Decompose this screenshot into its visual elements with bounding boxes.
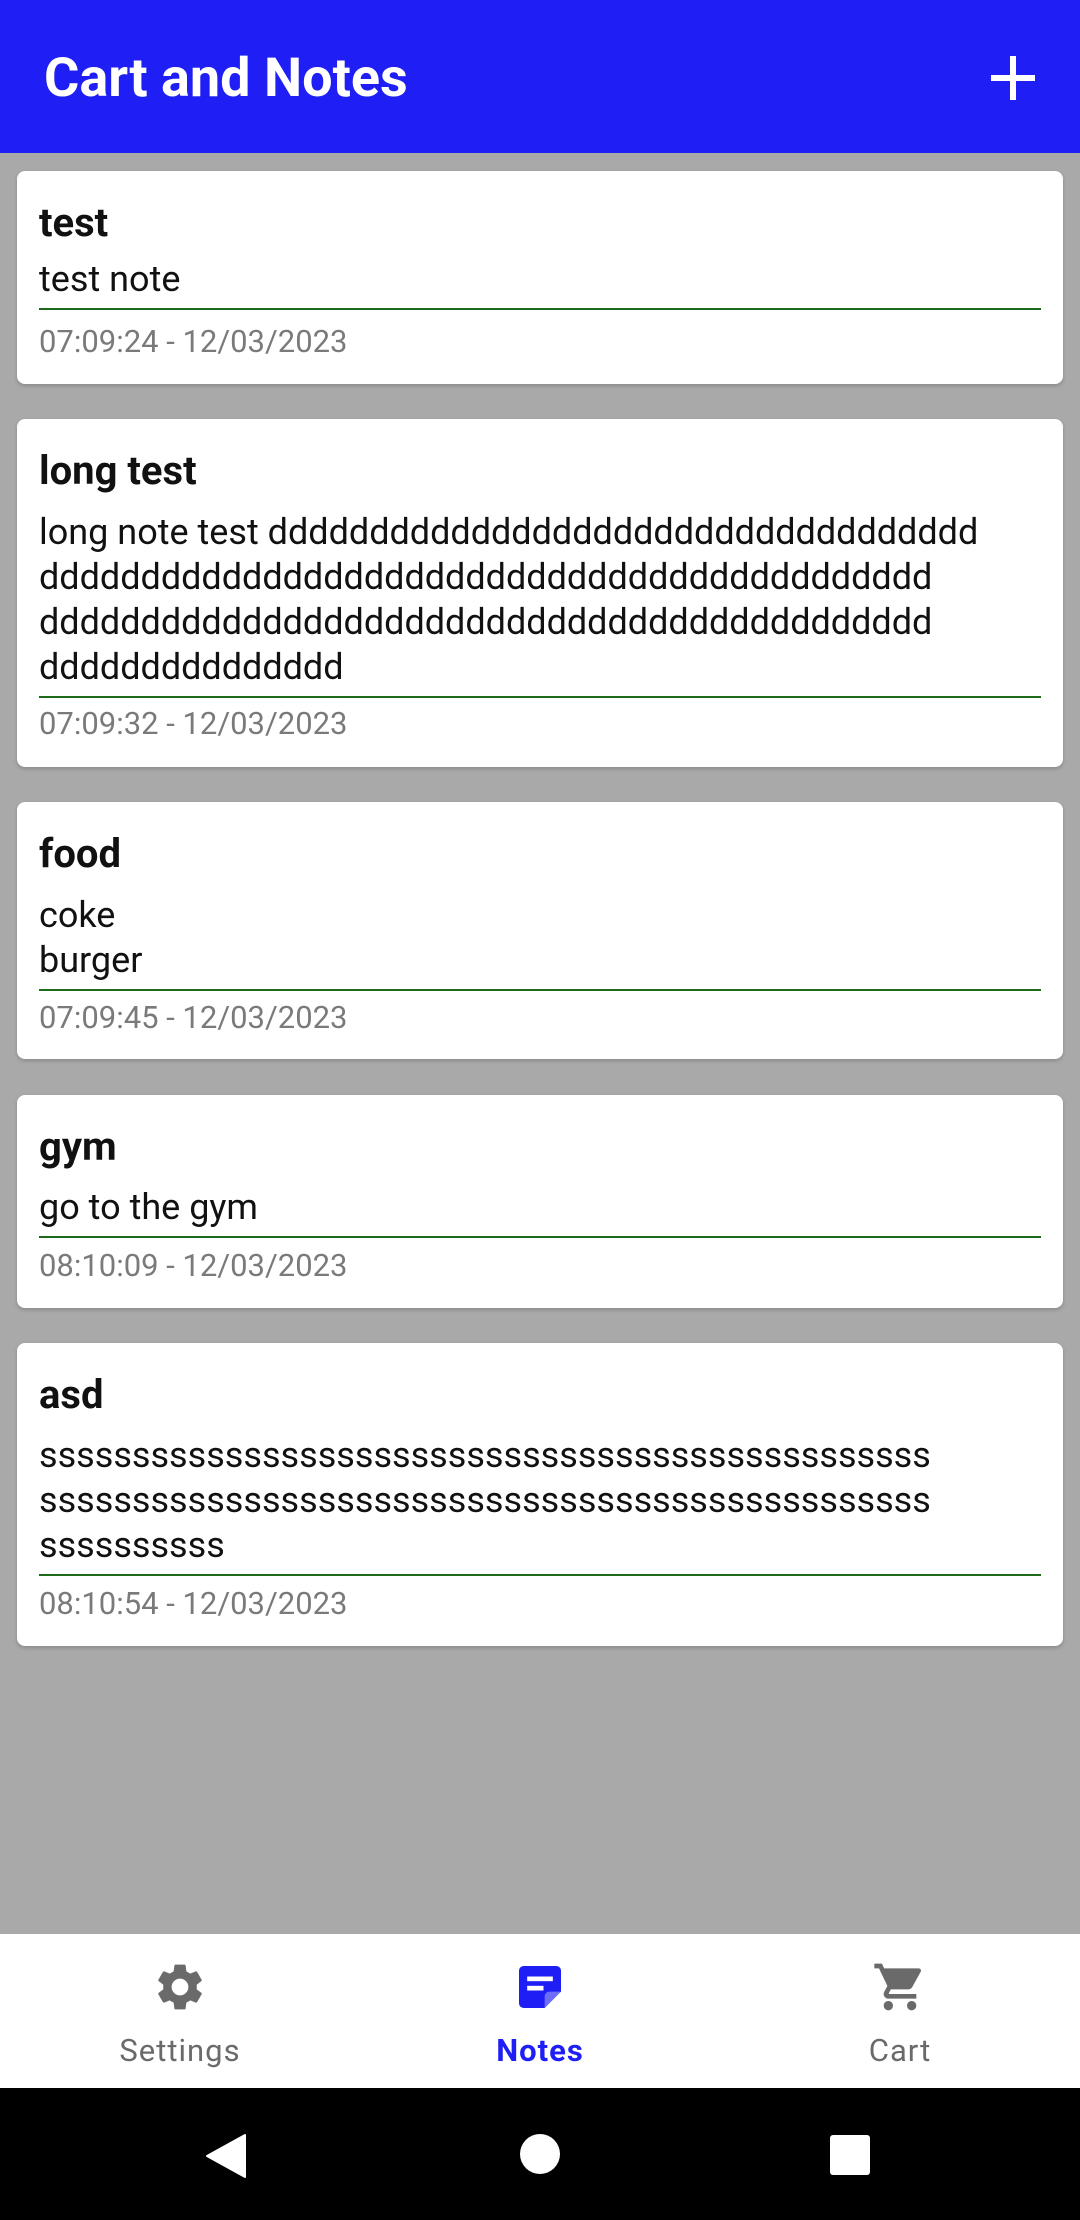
note-card[interactable]: long test long note test ddddddddddddddd… (17, 419, 1063, 767)
note-title: long test (39, 447, 197, 494)
note-card[interactable]: test test note 07:09:24 - 12/03/2023 (17, 171, 1063, 384)
app-bar: Cart and Notes (0, 0, 1080, 153)
note-body[interactable]: coke burger (39, 893, 1041, 991)
note-card[interactable]: food coke burger 07:09:45 - 12/03/2023 (17, 802, 1063, 1059)
cart-icon (874, 1963, 922, 2011)
note-title: test (39, 199, 109, 246)
nav-item-notes[interactable]: Notes (360, 1934, 720, 2088)
note-timestamp: 07:09:45 - 12/03/2023 (39, 999, 348, 1036)
system-navigation-bar (0, 2088, 1080, 2220)
note-timestamp: 07:09:32 - 12/03/2023 (39, 705, 348, 742)
nav-label-cart: Cart (868, 2032, 932, 2069)
note-card[interactable]: asd ssssssssssssssssssssssssssssssssssss… (17, 1343, 1063, 1646)
back-icon[interactable] (203, 2133, 247, 2179)
note-body[interactable]: ssssssssssssssssssssssssssssssssssssssss… (39, 1433, 1041, 1576)
note-title: gym (39, 1123, 117, 1170)
plus-icon[interactable] (987, 52, 1039, 104)
recents-icon[interactable] (829, 2134, 871, 2176)
nav-label-settings: Settings (119, 2032, 241, 2069)
nav-label-notes: Notes (496, 2032, 584, 2069)
note-body[interactable]: long note test ddddddddddddddddddddddddd… (39, 510, 1041, 698)
notes-icon (519, 1966, 561, 2008)
note-body[interactable]: go to the gym (39, 1185, 1041, 1238)
nav-item-cart[interactable]: Cart (720, 1934, 1080, 2088)
note-title: food (39, 830, 121, 877)
note-title: asd (39, 1371, 104, 1418)
home-icon[interactable] (519, 2133, 561, 2175)
nav-item-settings[interactable]: Settings (0, 1934, 360, 2088)
gear-icon (158, 1964, 202, 2010)
note-card[interactable]: gym go to the gym 08:10:09 - 12/03/2023 (17, 1095, 1063, 1308)
note-timestamp: 07:09:24 - 12/03/2023 (39, 323, 348, 360)
app-title: Cart and Notes (44, 47, 408, 110)
note-body[interactable]: test note (39, 257, 1041, 310)
bottom-navigation: Settings Notes Cart (0, 1934, 1080, 2088)
note-timestamp: 08:10:54 - 12/03/2023 (39, 1585, 348, 1622)
note-timestamp: 08:10:09 - 12/03/2023 (39, 1247, 348, 1284)
